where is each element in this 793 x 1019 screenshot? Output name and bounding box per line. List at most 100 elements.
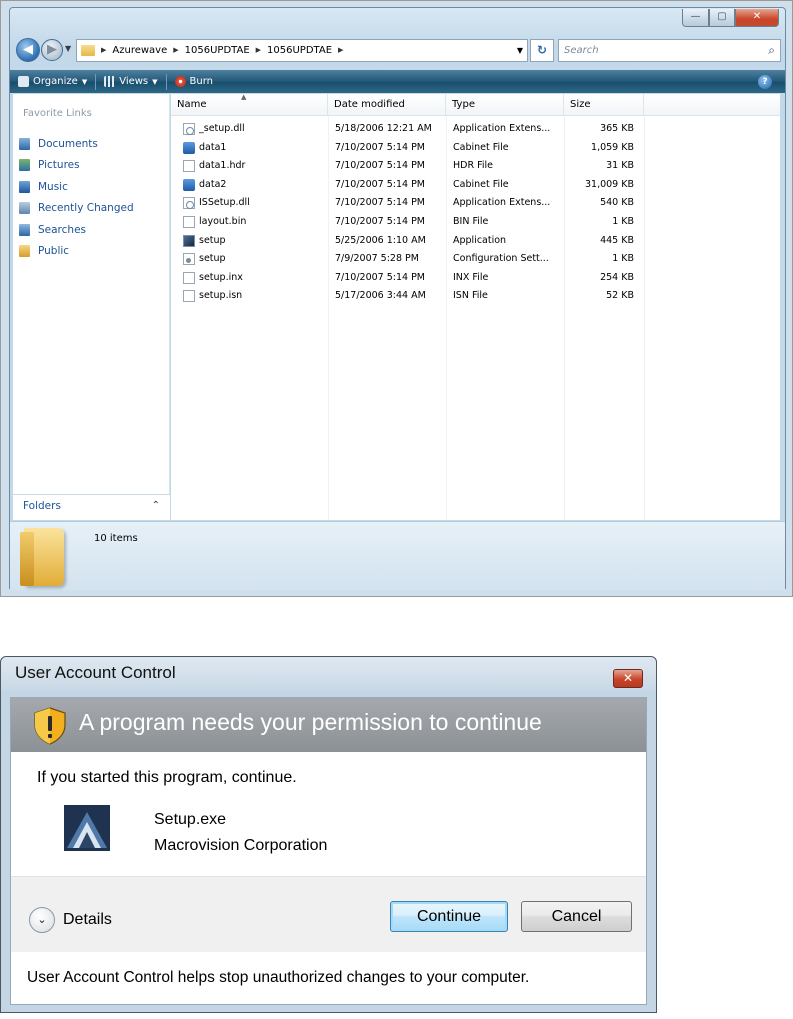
dll-file-icon — [183, 123, 195, 135]
doc-file-icon — [183, 216, 195, 228]
file-type: Application — [453, 234, 507, 246]
navigation-pane: Favorite Links Documents Pictures Music … — [13, 94, 170, 520]
file-name: ISSetup.dll — [199, 197, 250, 209]
column-header-name[interactable]: ▲ Name — [171, 93, 328, 116]
file-name: setup — [199, 253, 226, 265]
file-type: Application Extens... — [453, 197, 551, 209]
file-name: _setup.dll — [199, 123, 245, 134]
breadcrumb-separator-icon[interactable]: ▶ — [173, 40, 178, 61]
table-row[interactable]: setup.inx 7/10/2007 5:14 PM INX File 254 KB — [171, 269, 780, 287]
column-header-label: Name — [177, 99, 207, 110]
shield-icon — [34, 707, 66, 745]
forward-button[interactable]: ▶ — [41, 39, 63, 61]
sidebar-item-label: Searches — [38, 224, 87, 236]
details-pane: 10 items — [10, 521, 785, 590]
help-icon[interactable]: ? — [758, 75, 772, 89]
address-bar[interactable]: ▶ Azurewave ▶ 1056UPDTAE ▶ 1056UPDTAE ▶ … — [76, 39, 528, 62]
sidebar-item-music[interactable]: Music — [19, 181, 68, 193]
column-header-date[interactable]: Date modified — [328, 94, 446, 116]
pictures-icon — [19, 159, 30, 171]
uac-content: A program needs your permission to conti… — [10, 697, 647, 1005]
chevron-down-icon: ▼ — [81, 77, 88, 86]
sidebar-item-searches[interactable]: Searches — [19, 224, 86, 236]
file-name: data1.hdr — [199, 160, 246, 172]
search-placeholder: Search — [564, 45, 599, 56]
table-row[interactable]: setup.isn 5/17/2006 3:44 AM ISN File 52 KB — [171, 287, 780, 305]
organize-button[interactable]: Organize ▼ — [18, 76, 87, 87]
breadcrumb-separator-icon[interactable]: ▶ — [338, 40, 343, 61]
table-row[interactable]: layout.bin 7/10/2007 5:14 PM BIN File 1 KB — [171, 213, 780, 231]
table-row[interactable]: data1.hdr 7/10/2007 5:14 PM HDR File 31 KB — [171, 157, 780, 175]
maximize-button[interactable]: ▢ — [709, 9, 735, 27]
sidebar-item-label: Documents — [38, 138, 98, 150]
explorer-frame: — ▢ ✕ ◀ ▶ ▼ ▶ Azurewave ▶ 1056UPDTAE ▶ 1… — [9, 7, 786, 590]
doc-file-icon — [183, 271, 195, 284]
breadcrumb-1056updtae-current[interactable]: 1056UPDTAE — [267, 40, 332, 61]
table-row[interactable]: data1 7/10/2007 5:14 PM Cabinet File 1,059 … — [171, 139, 780, 157]
burn-button[interactable]: Burn — [174, 76, 213, 87]
column-header-label: Size — [570, 99, 591, 110]
column-header-size[interactable]: Size — [564, 94, 644, 116]
sidebar-item-documents[interactable]: Documents — [19, 138, 98, 150]
table-row[interactable]: data2 7/10/2007 5:14 PM Cabinet File 31,009… — [171, 176, 780, 194]
address-dropdown-icon[interactable]: ▼ — [517, 40, 523, 61]
search-icon[interactable]: ⌕ — [768, 40, 775, 61]
column-header-type[interactable]: Type — [446, 94, 564, 116]
close-button[interactable]: ✕ — [613, 669, 643, 688]
refresh-button[interactable]: ↻ — [530, 39, 554, 62]
breadcrumb-separator-icon[interactable]: ▶ — [256, 40, 261, 61]
file-name: data1 — [199, 141, 227, 153]
sidebar-item-public[interactable]: Public — [19, 245, 69, 257]
continue-button[interactable]: Continue — [390, 901, 508, 932]
table-row[interactable]: setup 7/9/2007 5:28 PM Configuration Sett.… — [171, 250, 780, 268]
organize-label: Organize — [33, 76, 78, 87]
recent-pages-dropdown[interactable]: ▼ — [65, 44, 71, 53]
file-date: 5/25/2006 1:10 AM — [335, 234, 426, 246]
chevron-down-icon: ▼ — [152, 77, 158, 86]
back-button[interactable]: ◀ — [16, 38, 40, 62]
minimize-button[interactable]: — — [682, 9, 709, 27]
cab-file-icon — [183, 178, 195, 191]
folders-toggle[interactable]: Folders ⌃ — [13, 494, 170, 520]
file-date: 7/10/2007 5:14 PM — [335, 160, 426, 172]
file-name: data2 — [199, 178, 227, 190]
close-button[interactable]: ✕ — [735, 9, 779, 27]
sidebar-item-recently-changed[interactable]: Recently Changed — [19, 202, 134, 214]
table-row[interactable]: _setup.dll 5/18/2006 12:21 AM Application … — [171, 120, 780, 138]
file-date: 7/9/2007 5:28 PM — [335, 253, 419, 265]
file-type: Application Extens... — [453, 123, 551, 134]
views-label: Views — [119, 76, 149, 87]
sidebar-item-label: Pictures — [38, 159, 80, 171]
cancel-button[interactable]: Cancel — [521, 901, 632, 932]
file-size: 1 KB — [612, 253, 634, 265]
views-button[interactable]: Views ▼ — [104, 76, 158, 87]
setup-file-icon — [183, 234, 195, 247]
file-size: 31,009 KB — [584, 178, 634, 190]
breadcrumb-separator-icon[interactable]: ▶ — [101, 40, 106, 61]
burn-disc-icon — [174, 76, 186, 87]
public-folder-icon — [19, 245, 30, 257]
command-bar: Organize ▼ Views ▼ Burn ? — [10, 70, 785, 93]
details-toggle[interactable]: ⌄ Details — [29, 907, 112, 933]
sidebar-item-pictures[interactable]: Pictures — [19, 159, 80, 171]
dialog-title: User Account Control — [15, 663, 176, 682]
uac-banner: A program needs your permission to conti… — [11, 698, 646, 752]
file-date: 7/10/2007 5:14 PM — [335, 216, 426, 227]
file-size: 445 KB — [600, 234, 634, 246]
address-row: ◀ ▶ ▼ ▶ Azurewave ▶ 1056UPDTAE ▶ 1056UPD… — [10, 36, 785, 66]
explorer-window: — ▢ ✕ ◀ ▶ ▼ ▶ Azurewave ▶ 1056UPDTAE ▶ 1… — [0, 0, 793, 597]
file-type: HDR File — [453, 160, 493, 172]
folder-icon — [20, 528, 64, 586]
search-input[interactable]: Search ⌕ — [558, 39, 781, 62]
table-row[interactable]: setup 5/25/2006 1:10 AM Application 445 KB — [171, 232, 780, 250]
file-type: INX File — [453, 271, 489, 283]
sidebar-item-label: Music — [38, 181, 68, 193]
breadcrumb-1056updtae[interactable]: 1056UPDTAE — [185, 40, 250, 61]
uac-heading: A program needs your permission to conti… — [79, 709, 542, 735]
chevron-up-icon: ⌃ — [151, 500, 160, 511]
uac-dialog: User Account Control ✕ A program needs y… — [0, 656, 657, 1013]
music-icon — [19, 181, 30, 193]
table-row[interactable]: ISSetup.dll 7/10/2007 5:14 PM Application … — [171, 194, 780, 212]
breadcrumb-azurewave[interactable]: Azurewave — [112, 40, 167, 61]
uac-titlebar: User Account Control ✕ — [1, 657, 656, 691]
